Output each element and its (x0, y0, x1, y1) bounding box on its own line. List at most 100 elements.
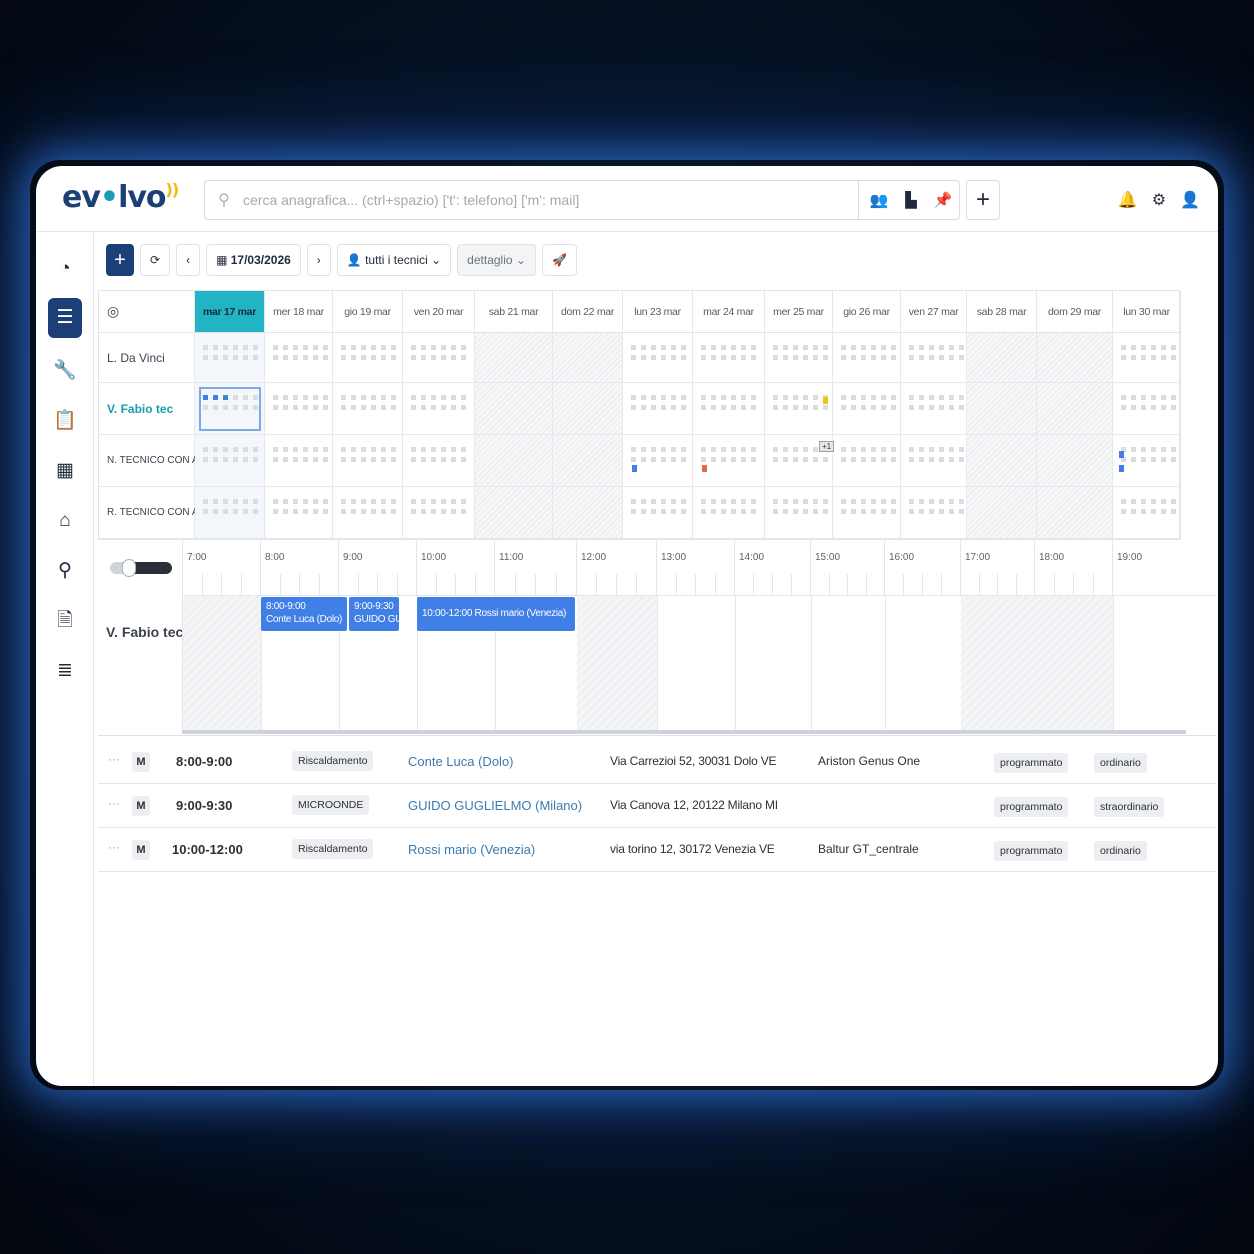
day-cell[interactable] (693, 383, 765, 435)
day-cell[interactable] (333, 435, 403, 487)
day-cell[interactable] (693, 487, 765, 539)
appointment-marker[interactable] (823, 397, 828, 404)
day-cell[interactable] (195, 333, 265, 383)
day-cell[interactable] (901, 333, 967, 383)
day-cell[interactable] (623, 383, 693, 435)
warehouse-icon[interactable]: ⌂ (48, 504, 82, 538)
refresh-button[interactable]: ⟳ (140, 244, 171, 276)
day-header[interactable]: dom 22 mar (553, 291, 623, 333)
day-header[interactable]: mer 18 mar (265, 291, 333, 333)
rocket-button[interactable]: 🚀 (541, 244, 577, 276)
day-cell[interactable] (967, 383, 1037, 435)
day-cell[interactable] (1037, 383, 1113, 435)
search-icon[interactable]: ⚲ (48, 554, 82, 588)
day-header[interactable]: mar 24 mar (693, 291, 765, 333)
next-button[interactable]: › (306, 244, 331, 276)
new-button[interactable]: + (966, 180, 1000, 220)
day-header[interactable]: sab 21 mar (475, 291, 553, 333)
zoom-slider[interactable] (110, 559, 172, 577)
day-cell[interactable] (623, 333, 693, 383)
technician-select[interactable]: 👤 tutti i tecnici ⌄ (336, 244, 452, 276)
day-cell[interactable] (693, 333, 765, 383)
day-cell[interactable] (833, 333, 901, 383)
day-cell[interactable] (553, 487, 623, 539)
day-header[interactable]: lun 23 mar (623, 291, 693, 333)
day-cell[interactable] (403, 333, 475, 383)
day-cell[interactable] (195, 435, 265, 487)
technician-name[interactable]: N. TECNICO CON A (99, 435, 199, 487)
technician-name[interactable]: R. TECNICO CON A (99, 487, 199, 539)
day-cell[interactable] (833, 435, 901, 487)
day-cell[interactable] (475, 333, 553, 383)
day-cell[interactable] (333, 333, 403, 383)
day-cell[interactable] (475, 383, 553, 435)
day-header[interactable]: sab 28 mar (967, 291, 1037, 333)
wrench-icon[interactable]: 🔧 (48, 354, 82, 388)
horizontal-scrollbar[interactable] (182, 730, 1186, 734)
list-item[interactable]: ··· M 8:00-9:00 Riscaldamento Conte Luca (Do… (98, 740, 1216, 784)
add-button[interactable]: + (106, 244, 134, 276)
appointment-marker[interactable] (1119, 451, 1124, 458)
day-header[interactable]: mer 25 mar (765, 291, 833, 333)
day-cell[interactable] (403, 487, 475, 539)
day-cell[interactable] (901, 383, 967, 435)
day-cell[interactable] (195, 383, 265, 435)
day-cell[interactable] (475, 435, 553, 487)
day-cell[interactable] (1113, 487, 1181, 539)
day-cell[interactable] (967, 333, 1037, 383)
day-cell[interactable] (833, 487, 901, 539)
day-cell[interactable] (623, 487, 693, 539)
event-block[interactable]: 8:00-9:00 Conte Luca (Dolo) (261, 597, 347, 631)
day-cell[interactable] (1037, 487, 1113, 539)
day-cell[interactable] (265, 333, 333, 383)
day-cell[interactable] (553, 383, 623, 435)
day-cell[interactable] (553, 333, 623, 383)
view-select[interactable]: dettaglio ⌄ (457, 244, 536, 276)
day-cell[interactable] (1037, 435, 1113, 487)
day-header[interactable]: lun 30 mar (1113, 291, 1181, 333)
appointment-marker[interactable] (1119, 465, 1124, 472)
day-cell[interactable] (765, 487, 833, 539)
pdf-icon[interactable]: 🗎 (48, 604, 82, 638)
day-cell[interactable] (333, 487, 403, 539)
gear-icon[interactable]: ⚙ (1152, 190, 1166, 210)
date-picker[interactable]: ▦ 17/03/2026 (206, 244, 301, 276)
day-cell[interactable] (1037, 333, 1113, 383)
day-cell[interactable] (265, 487, 333, 539)
list-icon[interactable]: ≣ (48, 654, 82, 688)
day-cell[interactable] (475, 487, 553, 539)
more-icon[interactable]: ··· (108, 752, 120, 766)
day-cell[interactable] (1113, 333, 1181, 383)
day-cell[interactable] (967, 435, 1037, 487)
day-cell[interactable] (1113, 383, 1181, 435)
day-cell[interactable] (265, 383, 333, 435)
day-cell[interactable] (623, 435, 693, 487)
day-cell[interactable] (403, 435, 475, 487)
technician-name[interactable]: L. Da Vinci (99, 333, 195, 383)
users-icon[interactable]: 👥 (863, 191, 895, 209)
day-header[interactable]: dom 29 mar (1037, 291, 1113, 333)
user-icon[interactable]: 👤 (1180, 190, 1200, 210)
day-cell[interactable] (403, 383, 475, 435)
clipboard-icon[interactable]: 📋 (48, 404, 82, 438)
list-item[interactable]: ··· M 10:00-12:00 Riscaldamento Rossi mario … (98, 828, 1216, 872)
event-block[interactable]: 10:00-12:00 Rossi mario (Venezia) (417, 597, 575, 631)
day-cell[interactable] (553, 435, 623, 487)
search-input[interactable] (243, 192, 854, 208)
client-link[interactable]: Rossi mario (Venezia) (408, 842, 535, 857)
day-header[interactable]: gio 26 mar (833, 291, 901, 333)
day-cell[interactable] (901, 487, 967, 539)
day-cell[interactable] (693, 435, 765, 487)
more-icon[interactable]: ··· (108, 840, 120, 854)
day-cell[interactable] (1113, 435, 1181, 487)
appointment-marker[interactable] (702, 465, 707, 472)
day-cell[interactable] (901, 435, 967, 487)
more-badge[interactable]: +1 (819, 441, 835, 452)
technician-name[interactable]: V. Fabio tec (99, 383, 195, 435)
prev-button[interactable]: ‹ (176, 244, 201, 276)
more-icon[interactable]: ··· (108, 796, 120, 810)
pin-icon[interactable]: 📌 (927, 191, 959, 209)
list-item[interactable]: ··· M 9:00-9:30 MICROONDE GUIDO GUGLIELMO (M… (98, 784, 1216, 828)
slider-knob[interactable] (122, 559, 136, 577)
day-cell[interactable] (265, 435, 333, 487)
